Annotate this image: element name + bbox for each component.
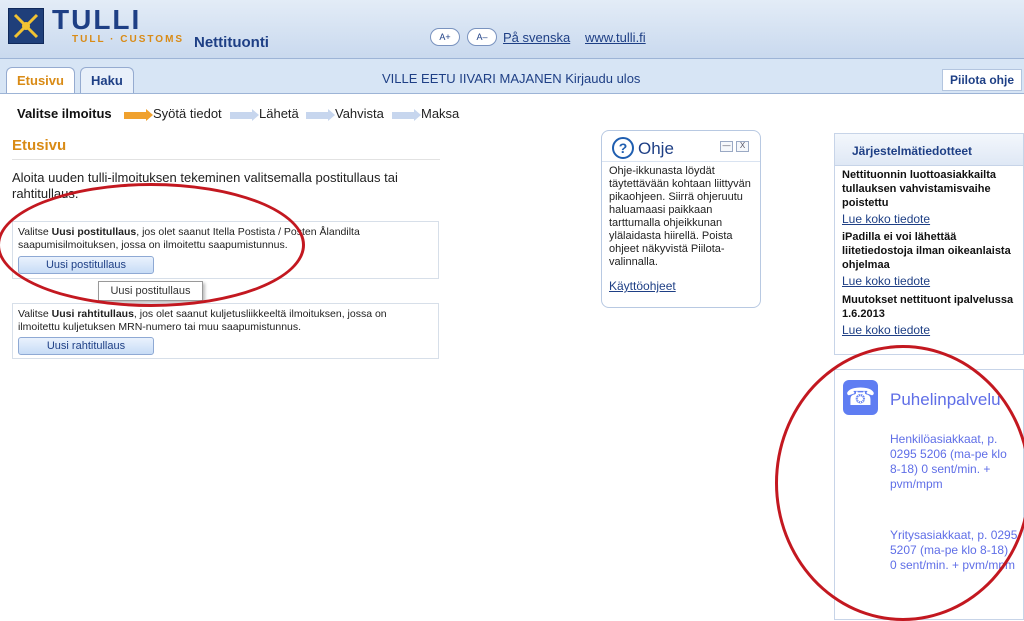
step-vahvista: Vahvista bbox=[335, 106, 384, 121]
tab-haku[interactable]: Haku bbox=[80, 67, 134, 93]
logout-link[interactable]: Kirjaudu ulos bbox=[565, 71, 640, 86]
intro-text: Aloita uuden tulli-ilmoituksen tekeminen… bbox=[12, 170, 398, 201]
help-panel-header[interactable]: ? Ohje — X bbox=[602, 131, 760, 162]
business-customers-contact: Yritysasiakkaat, p. 0295 5207 (ma-pe klo… bbox=[890, 528, 1018, 572]
postal-declaration-option: Valitse Uusi postitullaus, jos olet saan… bbox=[12, 221, 439, 279]
postal-prefix: Valitse bbox=[18, 226, 52, 238]
help-title: Ohje bbox=[638, 139, 674, 158]
notice-item: Muutokset nettituont ipalvelussa 1.6.201… bbox=[842, 293, 1022, 339]
brand-name: TULLI bbox=[52, 4, 142, 35]
read-notice-link[interactable]: Lue koko tiedote bbox=[842, 274, 930, 288]
step-maksa: Maksa bbox=[421, 106, 460, 121]
personal-customers-contact: Henkilöasiakkaat, p. 0295 5206 (ma-pe kl… bbox=[890, 432, 1007, 491]
step-syota-tiedot: Syötä tiedot bbox=[153, 106, 222, 121]
step-arrow bbox=[124, 109, 153, 121]
app-title: Nettituonti bbox=[194, 34, 269, 51]
swedish-language-link[interactable]: På svenska bbox=[503, 30, 570, 45]
freight-option-name: Uusi rahtitullaus bbox=[51, 308, 134, 320]
step-arrow bbox=[392, 109, 421, 121]
notice-item: iPadilla ei voi lähettää liitetiedostoja… bbox=[842, 230, 1022, 290]
read-notice-link[interactable]: Lue koko tiedote bbox=[842, 323, 930, 337]
new-postal-declaration-button[interactable]: Uusi postitullaus bbox=[18, 256, 154, 274]
main-navigation: Etusivu Haku VILLE EETU IIVARI MAJANEN K… bbox=[0, 59, 1024, 94]
notice-heading: Nettituonnin luottoasiakkailta tullaukse… bbox=[842, 169, 997, 209]
phone-icon: ☎ bbox=[843, 380, 878, 415]
user-name: VILLE EETU IIVARI MAJANEN bbox=[382, 71, 562, 86]
tulli-website-link[interactable]: www.tulli.fi bbox=[585, 30, 646, 45]
system-notices-header: Järjestelmätiedotteet bbox=[835, 134, 1023, 166]
step-arrow bbox=[306, 109, 335, 121]
customs-logo-icon bbox=[8, 8, 44, 44]
postal-option-description: Valitse Uusi postitullaus, jos olet saan… bbox=[18, 226, 430, 252]
postal-option-name: Uusi postitullaus bbox=[51, 226, 137, 238]
notice-heading: Muutokset nettituont ipalvelussa 1.6.201… bbox=[842, 294, 1014, 320]
notice-heading: iPadilla ei voi lähettää liitetiedostoja… bbox=[842, 231, 1011, 271]
minimize-help-button[interactable]: — bbox=[720, 141, 733, 152]
phone-service-panel: ☎ Puhelinpalvelu Henkilöasiakkaat, p. 02… bbox=[834, 369, 1024, 620]
freight-declaration-option: Valitse Uusi rahtitullaus, jos olet saan… bbox=[12, 303, 439, 359]
help-panel[interactable]: ? Ohje — X Ohje-ikkunasta löydät täytett… bbox=[601, 130, 761, 308]
step-arrow bbox=[230, 109, 259, 121]
close-help-button[interactable]: X bbox=[736, 141, 749, 152]
system-notices-panel: Järjestelmätiedotteet Nettituonnin luott… bbox=[834, 133, 1024, 355]
font-increase-button[interactable]: A+ bbox=[430, 28, 460, 46]
title-divider bbox=[12, 159, 440, 160]
phone-service-title: Puhelinpalvelu bbox=[890, 390, 1001, 409]
hide-help-button[interactable]: Piilota ohje bbox=[942, 69, 1022, 91]
help-question-icon: ? bbox=[612, 137, 634, 159]
font-decrease-button[interactable]: A– bbox=[467, 28, 497, 46]
notice-item: Nettituonnin luottoasiakkailta tullaukse… bbox=[842, 168, 1022, 228]
tab-etusivu[interactable]: Etusivu bbox=[6, 67, 75, 93]
user-info: VILLE EETU IIVARI MAJANEN Kirjaudu ulos bbox=[382, 71, 640, 86]
freight-prefix: Valitse bbox=[18, 308, 52, 320]
page-title: Etusivu bbox=[12, 137, 67, 154]
new-freight-declaration-button[interactable]: Uusi rahtitullaus bbox=[18, 337, 154, 355]
help-text: Ohje-ikkunasta löydät täytettävään kohta… bbox=[609, 165, 751, 268]
top-header: TULLI TULL · CUSTOMS Nettituonti A+ A– P… bbox=[0, 0, 1024, 59]
freight-option-description: Valitse Uusi rahtitullaus, jos olet saan… bbox=[18, 308, 430, 334]
system-notices-title: Järjestelmätiedotteet bbox=[852, 144, 973, 158]
step-valitse-ilmoitus: Valitse ilmoitus bbox=[17, 106, 112, 121]
user-guide-link[interactable]: Käyttöohjeet bbox=[609, 279, 676, 293]
button-tooltip: Uusi postitullaus bbox=[98, 281, 203, 301]
step-laheta: Lähetä bbox=[259, 106, 299, 121]
brand-subtitle: TULL · CUSTOMS bbox=[72, 34, 185, 45]
read-notice-link[interactable]: Lue koko tiedote bbox=[842, 212, 930, 226]
